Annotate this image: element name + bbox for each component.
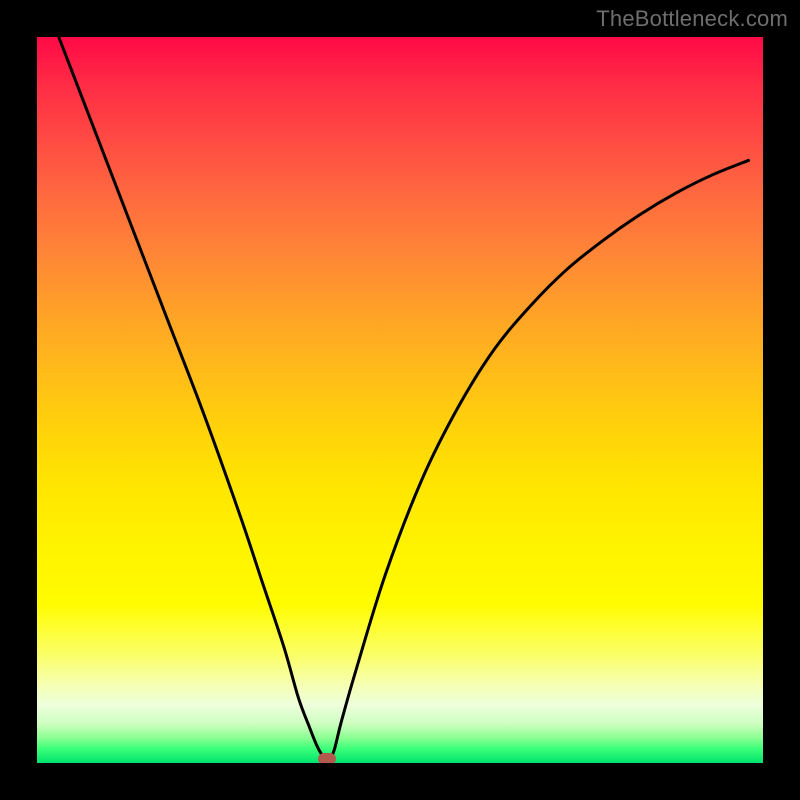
minimum-marker — [318, 753, 336, 763]
outer-frame: TheBottleneck.com — [0, 0, 800, 800]
bottleneck-curve — [37, 37, 763, 763]
watermark-text: TheBottleneck.com — [596, 6, 788, 32]
plot-area — [37, 37, 763, 763]
